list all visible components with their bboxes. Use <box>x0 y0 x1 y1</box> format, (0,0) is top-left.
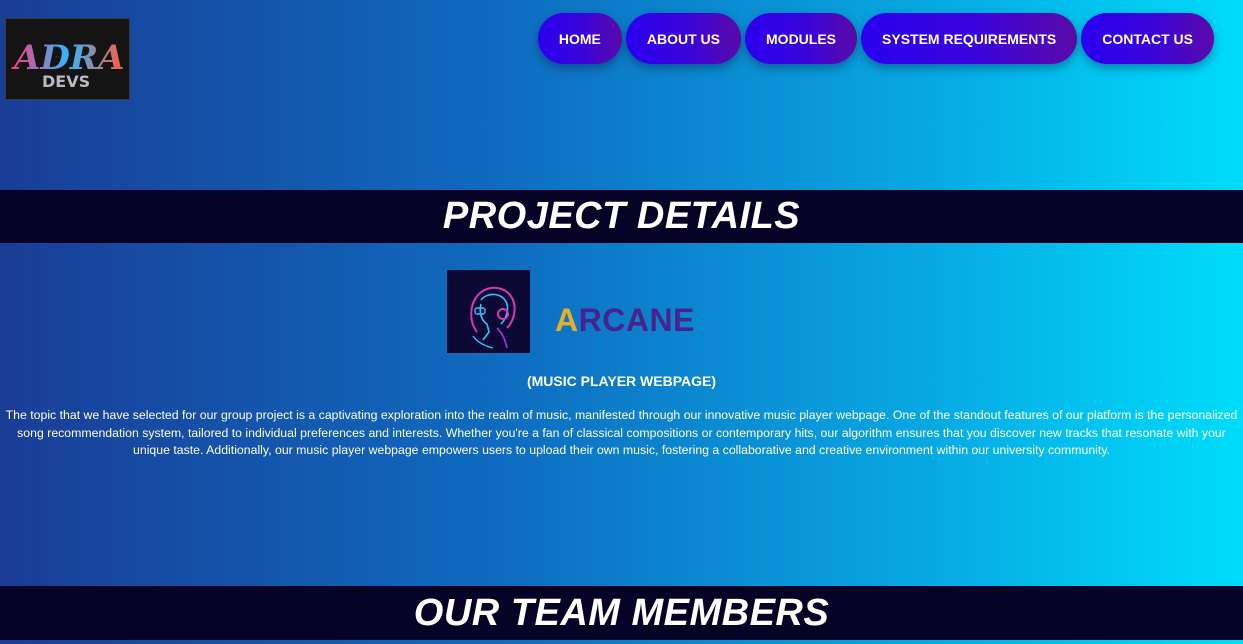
arcane-logo-image <box>447 270 530 353</box>
project-details-heading: PROJECT DETAILS <box>442 195 801 237</box>
adra-devs-logo[interactable]: ADRA DEVS <box>5 18 130 100</box>
brand-name: ARCANE <box>555 302 695 339</box>
logo-text-devs: DEVS <box>42 72 90 91</box>
nav-home-button[interactable]: HOME <box>537 13 622 64</box>
project-details-banner: PROJECT DETAILS <box>0 190 1243 243</box>
nav-about-us-button[interactable]: ABOUT US <box>625 13 742 64</box>
project-description: The topic that we have selected for our … <box>5 408 1238 457</box>
main-navigation: HOME ABOUT US MODULES SYSTEM REQUIREMENT… <box>537 13 1214 64</box>
brand-name-first-letter: A <box>555 302 579 338</box>
nav-modules-button[interactable]: MODULES <box>745 13 858 64</box>
project-subtitle: (MUSIC PLAYER WEBPAGE) <box>526 373 716 389</box>
nav-system-requirements-button[interactable]: SYSTEM REQUIREMENTS <box>861 13 1078 64</box>
brand-name-rest: RCANE <box>578 302 695 338</box>
nav-contact-us-button[interactable]: CONTACT US <box>1081 13 1214 64</box>
team-members-heading: OUR TEAM MEMBERS <box>413 591 830 634</box>
team-members-banner: OUR TEAM MEMBERS <box>0 586 1243 640</box>
